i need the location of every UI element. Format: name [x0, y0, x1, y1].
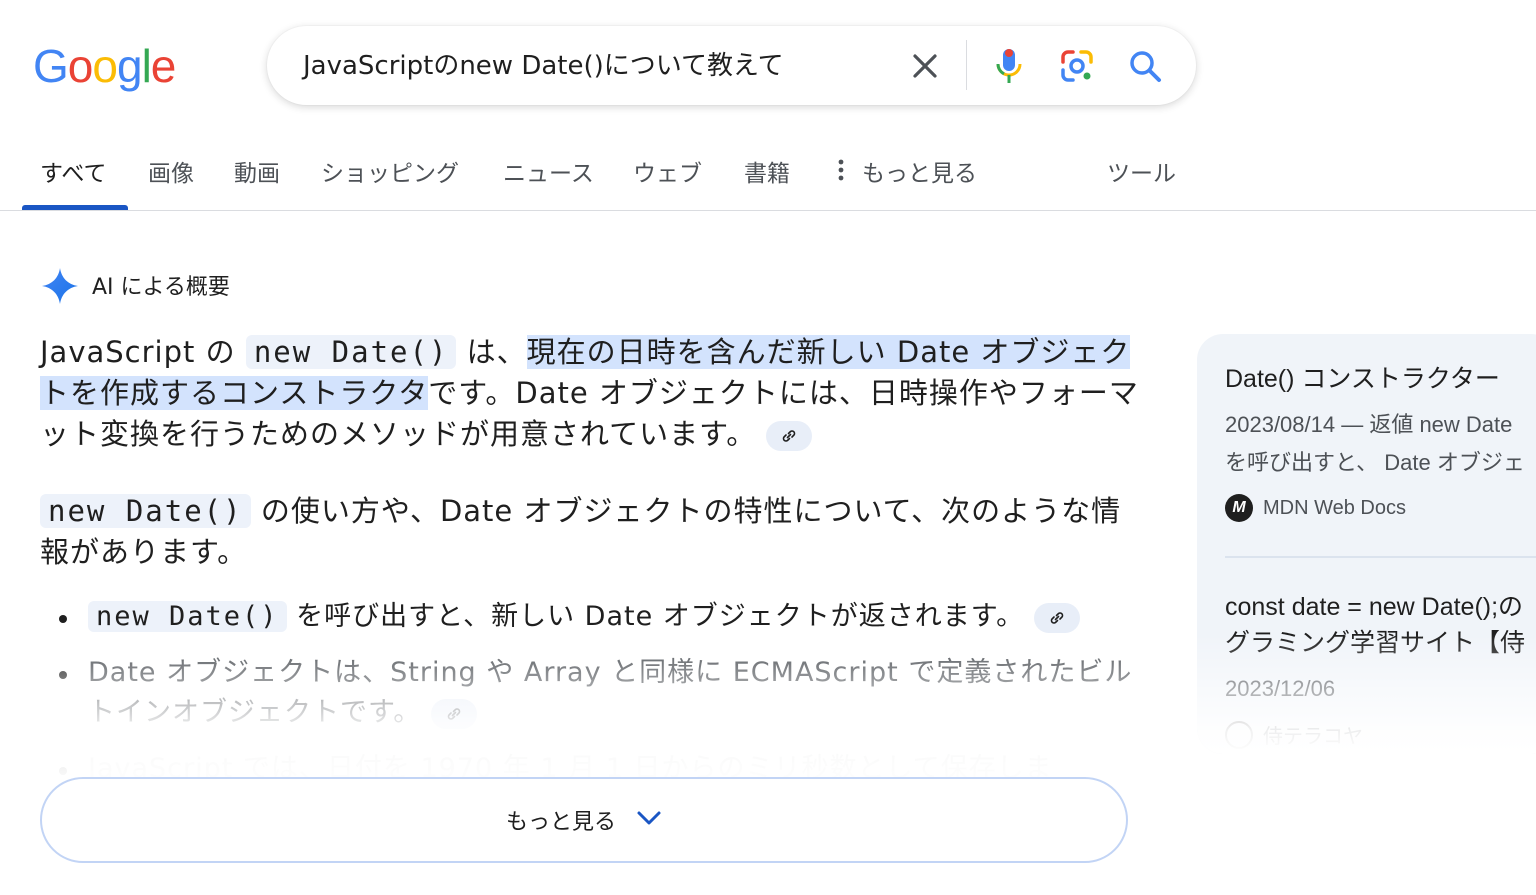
close-icon[interactable] — [905, 46, 945, 86]
tabs-divider — [0, 210, 1536, 211]
search-icon[interactable] — [1125, 46, 1165, 86]
card-snippet: を呼び出すと、 Date オブジェ — [1225, 450, 1525, 475]
source-link-button[interactable] — [766, 421, 813, 451]
card-title[interactable]: グラミング学習サイト【侍 — [1225, 626, 1525, 660]
text: を呼び出すと、新しい Date オブジェクトが返されます。 — [286, 601, 1025, 632]
tab-more-label: もっと見る — [862, 161, 977, 187]
ai-bullet-list: new Date() を呼び出すと、新しい Date オブジェクトが返されます。… — [40, 597, 1140, 789]
card-snippet: 2023/08/14 — 返値 new Date — [1225, 412, 1513, 437]
tab-all[interactable]: すべて — [40, 158, 106, 190]
inline-code: new Date() — [88, 601, 287, 632]
lens-camera-icon[interactable] — [1057, 46, 1097, 86]
logo-letter: G — [33, 40, 69, 92]
text: は、 — [456, 335, 527, 369]
card-source: 侍テラコヤ — [1225, 720, 1363, 749]
search-results-page: Google JavaScriptのnew Date()について教えて すべて … — [0, 0, 1536, 895]
text: Date オブジェクトは、String や Array と同様に ECMAScr… — [88, 657, 1133, 728]
source-link-button[interactable] — [431, 698, 478, 729]
text: JavaScript の — [40, 335, 246, 369]
tab-web[interactable]: ウェブ — [633, 158, 702, 190]
tab-images[interactable]: 画像 — [148, 158, 194, 190]
source-link-button[interactable] — [1034, 602, 1081, 633]
gemini-sparkle-icon — [40, 266, 80, 310]
google-logo[interactable]: Google — [33, 38, 177, 94]
terakoya-icon — [1225, 720, 1253, 749]
more-vert-icon — [838, 158, 844, 190]
search-divider — [966, 40, 967, 90]
card-divider — [1225, 556, 1536, 558]
card-title[interactable]: const date = new Date();の — [1225, 590, 1523, 624]
ai-paragraph-1: JavaScript の new Date() は、現在の日時を含んだ新しい D… — [40, 332, 1140, 455]
tab-news[interactable]: ニュース — [503, 158, 594, 190]
ai-overview-header: AI による概要 — [40, 266, 230, 310]
inline-code: new Date() — [245, 335, 457, 369]
chevron-down-icon — [636, 810, 662, 830]
source-cards-panel: Date() コンストラクター 2023/08/14 — 返値 new Date… — [1197, 334, 1536, 754]
mdn-icon: M — [1225, 494, 1253, 522]
tools-button[interactable]: ツール — [1107, 158, 1176, 190]
logo-letter: o — [92, 40, 118, 92]
show-more-label: もっと見る — [505, 810, 616, 835]
card-title[interactable]: Date() コンストラクター — [1225, 362, 1500, 396]
link-icon — [448, 707, 461, 720]
search-input[interactable]: JavaScriptのnew Date()について教えて — [303, 48, 784, 84]
show-more-button[interactable]: もっと見る — [40, 777, 1128, 863]
inline-code: new Date() — [40, 494, 251, 528]
tab-more[interactable]: もっと見る — [838, 158, 977, 190]
ai-paragraph-2: new Date() の使い方や、Date オブジェクトの特性について、次のよう… — [40, 491, 1140, 573]
microphone-icon[interactable] — [989, 46, 1029, 86]
tab-shopping[interactable]: ショッピング — [321, 158, 459, 190]
tab-books[interactable]: 書籍 — [744, 158, 790, 190]
source-name: 侍テラコヤ — [1263, 726, 1363, 748]
list-item: new Date() を呼び出すと、新しい Date オブジェクトが返されます。 — [40, 597, 1140, 637]
tab-videos[interactable]: 動画 — [234, 158, 280, 190]
link-icon — [1050, 611, 1064, 624]
card-source: M MDN Web Docs — [1225, 494, 1406, 522]
logo-letter: g — [116, 40, 143, 92]
search-tabs: すべて 画像 動画 ショッピング ニュース ウェブ 書籍 もっと見る ツール — [0, 148, 1536, 212]
logo-letter: l — [141, 40, 152, 92]
link-icon — [782, 430, 796, 442]
list-item: Date オブジェクトは、String や Array と同様に ECMAScr… — [40, 653, 1140, 733]
logo-letter: o — [67, 40, 94, 92]
search-box[interactable]: JavaScriptのnew Date()について教えて — [267, 26, 1196, 105]
card-date: 2023/12/06 — [1225, 676, 1336, 701]
ai-overview-body: JavaScript の new Date() は、現在の日時を含んだ新しい D… — [40, 332, 1140, 805]
logo-letter: e — [150, 40, 177, 92]
ai-overview-title: AI による概要 — [92, 275, 230, 300]
source-name: MDN Web Docs — [1263, 496, 1406, 519]
